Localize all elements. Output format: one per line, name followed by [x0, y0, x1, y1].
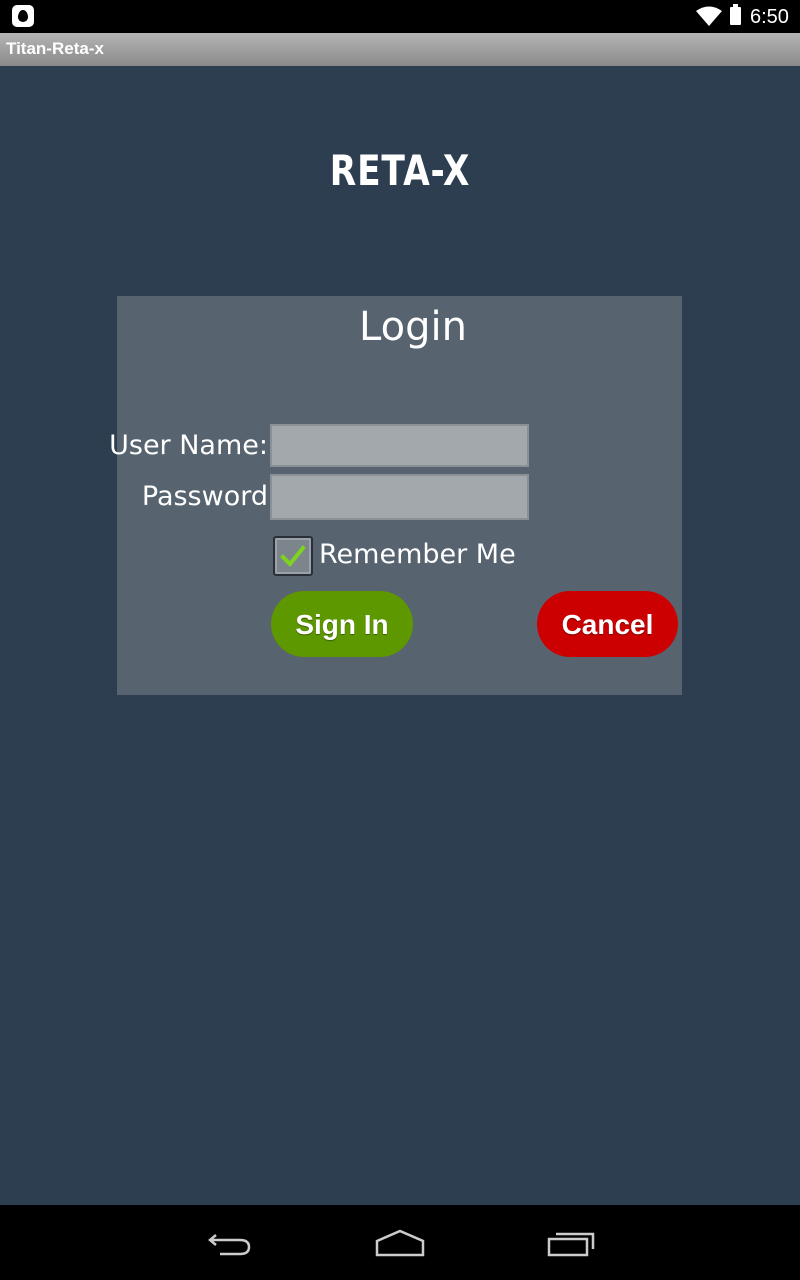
app-notification-icon: [12, 5, 34, 27]
recent-apps-icon[interactable]: [544, 1225, 600, 1261]
login-title: Login: [359, 304, 467, 350]
username-label: User Name:: [109, 430, 268, 461]
password-label: Password: [141, 481, 268, 512]
remember-me-checkbox[interactable]: [273, 536, 313, 576]
home-icon[interactable]: [372, 1225, 428, 1261]
remember-me-label[interactable]: Remember Me: [319, 539, 516, 570]
username-input[interactable]: [270, 424, 529, 467]
cancel-button[interactable]: Cancel: [537, 591, 678, 657]
navigation-bar: [0, 1205, 800, 1280]
back-icon[interactable]: [202, 1225, 258, 1261]
status-time: 6:50: [750, 6, 789, 28]
sign-in-button[interactable]: Sign In: [271, 591, 413, 657]
battery-icon: [730, 4, 741, 25]
app-title: Titan-Reta-x: [6, 39, 104, 58]
check-icon: [280, 545, 306, 567]
status-bar: 6:50: [0, 0, 800, 33]
password-input[interactable]: [270, 474, 529, 520]
brand-logo: RETA-X: [329, 146, 471, 195]
title-bar: Titan-Reta-x: [0, 33, 800, 66]
wifi-icon: [696, 6, 722, 26]
